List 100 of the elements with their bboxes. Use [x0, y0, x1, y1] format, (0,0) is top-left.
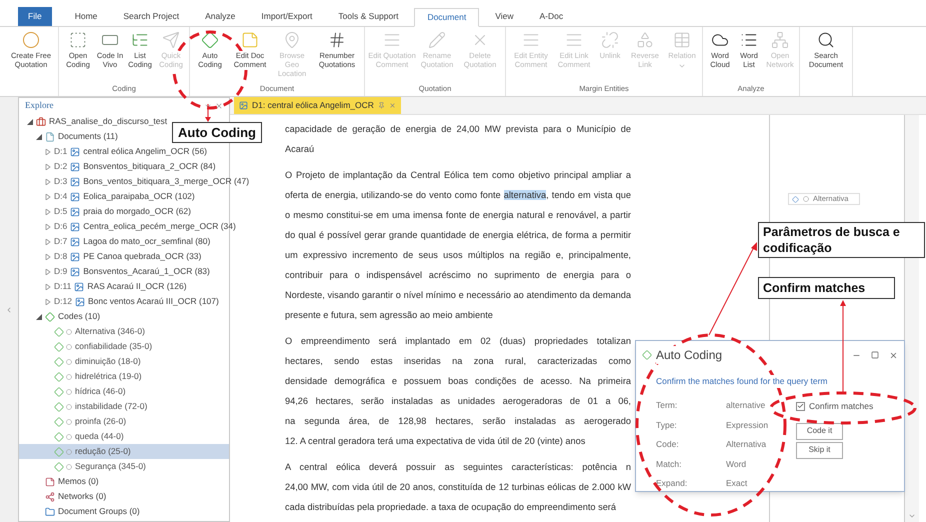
- circle-icon: [66, 418, 72, 424]
- dialog-button[interactable]: Code it: [796, 422, 843, 440]
- pin-icon[interactable]: [378, 102, 385, 109]
- dialog-button[interactable]: Skip it: [796, 442, 843, 459]
- close-icon[interactable]: [889, 350, 898, 360]
- text-line: O Projeto de implantação da Central Eólica tem como objetivo principal ampliar a: [285, 169, 631, 182]
- text-line: do qual é possível gerar grande quantidade de energia elétrica, de forma a permitir: [285, 229, 631, 242]
- ribbon-tab[interactable]: Search Project: [112, 7, 190, 26]
- text-line: cada distribuídas pela propriedade. a taxa de ocupação do empreendimento será: [285, 501, 617, 514]
- map-pin-icon: [283, 31, 301, 49]
- ribbon-tab[interactable]: Home: [64, 7, 108, 26]
- document-number: D:7: [54, 235, 68, 248]
- ribbon-tab[interactable]: File: [18, 7, 52, 26]
- circle-icon: [22, 31, 40, 49]
- confirm-checkbox[interactable]: Confirm matches: [796, 400, 874, 413]
- frame-icon: [69, 31, 87, 49]
- tree-label: Bons_ventos_bitiquara_3_merge_OCR (47): [83, 175, 250, 188]
- tree-label: diminuição (18-0): [75, 355, 141, 368]
- tree-item[interactable]: diminuição (18-0): [19, 354, 229, 369]
- scrollbar[interactable]: [905, 115, 919, 522]
- diamond-icon: [642, 350, 652, 360]
- ribbon-tab[interactable]: A-Doc: [528, 7, 574, 26]
- collapsed-caret-icon[interactable]: [45, 208, 51, 214]
- checkbox[interactable]: [796, 402, 805, 411]
- collapsed-caret-icon[interactable]: [45, 254, 51, 260]
- scroll-down-icon[interactable]: [908, 512, 916, 520]
- tree-label: Document Groups (0): [58, 505, 140, 518]
- close-icon[interactable]: [215, 102, 223, 110]
- tree-item[interactable]: confiabilidade (35-0): [19, 339, 229, 354]
- collapsed-caret-icon[interactable]: [45, 178, 51, 184]
- document-number: D:12: [54, 295, 72, 308]
- tree-item[interactable]: proinfa (26-0): [19, 414, 229, 429]
- ribbon-tab[interactable]: Tools & Support: [327, 7, 410, 26]
- field-value: Alternativa: [726, 438, 766, 452]
- tree-item[interactable]: Alternativa (346-0): [19, 324, 229, 339]
- collapsed-caret-icon[interactable]: [45, 224, 51, 230]
- collapsed-caret-icon[interactable]: [45, 298, 51, 304]
- caret-icon: [678, 62, 686, 70]
- field-label: Code:: [656, 439, 679, 450]
- tree-item[interactable]: hídrica (46-0): [19, 384, 229, 399]
- collapsed-caret-icon[interactable]: [45, 238, 51, 244]
- tree-label: Lagoa do mato_ocr_semfinal (80): [83, 235, 210, 248]
- expanded-caret-icon[interactable]: [27, 118, 33, 124]
- diamond-icon: [792, 196, 799, 202]
- image-icon: [74, 296, 85, 306]
- pencil-icon: [428, 31, 446, 49]
- tree-label: Bonc ventos Acaraú III_OCR (107): [88, 295, 219, 308]
- close-icon[interactable]: [388, 102, 396, 109]
- text-line: 12. A central geradora terá uma expectativa de vida útil de 20 (vinte) anos: [285, 435, 586, 448]
- shapes-icon: [636, 31, 654, 49]
- tree-item[interactable]: instabilidade (72-0): [19, 399, 229, 414]
- document-number: D:8: [54, 250, 68, 263]
- tree-label: RAS_analise_do_discurso_test: [49, 115, 168, 128]
- tree-label: Eolica_paraipaba_OCR (102): [83, 190, 195, 203]
- ribbon-tab[interactable]: View: [484, 7, 524, 26]
- document-number: D:5: [54, 205, 68, 218]
- field-label: Type:: [656, 420, 677, 430]
- tree-item[interactable]: Segurança (345-0): [19, 459, 229, 474]
- text-line: Nordeste, visando garantir o nível mínimo e necessário ao atendimento da demanda: [285, 289, 631, 302]
- editor-tab[interactable]: D1: central eólica Angelim_OCR: [234, 97, 401, 114]
- expanded-caret-icon[interactable]: [36, 134, 42, 140]
- maximize-icon[interactable]: [871, 350, 879, 358]
- ribbon-tab[interactable]: Import/Export: [250, 7, 324, 26]
- ribbon-tab[interactable]: Document: [414, 8, 480, 27]
- field-value: Word: [726, 458, 746, 471]
- check-icon: [797, 402, 804, 410]
- tree-label: RAS Acaraú II_OCR (126): [87, 280, 187, 293]
- collapsed-caret-icon[interactable]: [45, 194, 51, 200]
- line-text: , tendo em vista que: [546, 190, 631, 200]
- text-line: presente e futura, sem agressão ao meio ambiente: [285, 309, 494, 322]
- field-value: Exact: [726, 477, 748, 490]
- text-line: A central eólica deverá possuir as seguintes características: potência n: [285, 461, 631, 474]
- text-line: 94,26 hectares, serão instaladas as unidades aerogeradoras de 01 a 06,: [285, 395, 631, 408]
- table-icon: [673, 31, 691, 49]
- callout-label: Auto Coding: [172, 122, 262, 143]
- text-line: O empreendimento será implantado em 02 (duas) propriedades totalizan: [285, 335, 631, 348]
- image-icon: [70, 252, 80, 262]
- tree-item[interactable]: hidrelétrica (19-0): [19, 369, 229, 384]
- tree-item[interactable]: queda (44-0): [19, 429, 229, 444]
- expanded-caret-icon[interactable]: [36, 314, 42, 320]
- ribbon-tab[interactable]: Analyze: [194, 7, 246, 26]
- tree-label: hídrica (46-0): [75, 385, 126, 398]
- tree-label: Centra_eolica_pecém_merge_OCR (34): [83, 220, 236, 233]
- circle-icon: [66, 464, 72, 470]
- circle-icon: [66, 448, 72, 454]
- image-icon: [70, 176, 80, 186]
- highlighted-quotation[interactable]: alternativa: [504, 190, 546, 200]
- text-line: Acaraú: [285, 143, 316, 156]
- collapsed-caret-icon[interactable]: [45, 284, 51, 290]
- collapsed-caret-icon[interactable]: [45, 148, 51, 154]
- field-label: Match:: [656, 458, 682, 469]
- collapsed-caret-icon[interactable]: [45, 268, 51, 274]
- collapsed-caret-icon[interactable]: [45, 164, 51, 170]
- chevron-left-icon[interactable]: [5, 306, 13, 314]
- arrow-icon: [162, 31, 180, 49]
- field-value: alternative: [726, 399, 766, 412]
- tree-item[interactable]: redução (25-0): [19, 444, 229, 459]
- network-icon: [771, 31, 789, 49]
- field-label: Term:: [656, 400, 678, 410]
- text-line: um expressivo incremento de seus usos múltiplos na região e, principalmente,: [285, 249, 631, 262]
